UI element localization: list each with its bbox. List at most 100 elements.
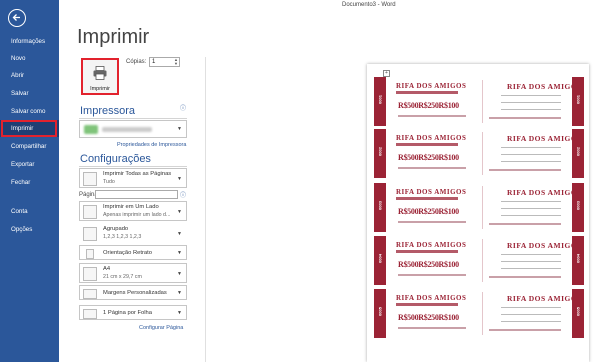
raffle-ticket: 0003 RIFA DOS AMIGOS R$500R$250R$100 RIFA D… (374, 183, 584, 232)
nav-new[interactable]: Novo (0, 50, 59, 67)
backstage-sidebar: Informações Novo Abrir Salvar Salvar com… (0, 0, 59, 362)
printer-properties-link[interactable]: Propriedades de Impressora (117, 142, 186, 148)
chevron-down-icon: ▼ (177, 271, 182, 277)
nav-info[interactable]: Informações (0, 33, 59, 50)
nav-print-highlight (1, 120, 57, 137)
back-button[interactable] (8, 9, 26, 27)
sides-title: Imprimir em Um Lado (103, 204, 159, 210)
ticket-field-line (501, 314, 561, 315)
ticket-number: 0003 (377, 201, 383, 210)
ticket-title-left: RIFA DOS AMIGOS (396, 294, 467, 302)
ticket-stub-left: 0005 (374, 289, 386, 338)
ticket-title-right: RIFA DOS AMIGOS (507, 82, 582, 91)
ticket-divider (482, 239, 483, 282)
sides-subtitle: Apenas imprimir um lado d... (103, 212, 171, 218)
ticket-footer-bar (489, 169, 561, 171)
ticket-prizes: R$500R$250R$100 (398, 207, 459, 216)
ticket-stub-left: 0001 (374, 77, 386, 126)
ticket-field-line (501, 102, 561, 103)
ticket-title-right: RIFA DOS AMIGOS (507, 134, 582, 143)
chevron-down-icon: ▼ (177, 290, 182, 296)
ticket-field-line (501, 208, 561, 209)
paper-size-title: A4 (103, 266, 111, 272)
ticket-field-line (501, 268, 561, 269)
collate-icon (83, 227, 97, 241)
copies-spinner-icon[interactable]: ▲ ▼ (174, 58, 178, 66)
printer-icon (93, 66, 107, 80)
copies-input[interactable]: 1 ▲ ▼ (149, 57, 180, 67)
ticket-title-right: RIFA DOS AMIGOS (507, 294, 582, 303)
chevron-down-icon: ▼ (177, 310, 182, 316)
paper-size-icon (83, 267, 97, 281)
ticket-title-right: RIFA DOS AMIGOS (507, 241, 582, 250)
nav-account[interactable]: Conta (0, 203, 59, 220)
ticket-stub-left: 0002 (374, 129, 386, 178)
ticket-field-line (501, 321, 561, 322)
nav-open[interactable]: Abrir (0, 67, 59, 84)
copies-value: 1 (152, 59, 156, 65)
table-move-handle-icon[interactable]: + (383, 70, 390, 77)
printer-name-redacted (102, 127, 152, 132)
ticket-number: 0004 (575, 254, 581, 263)
raffle-ticket: 0004 RIFA DOS AMIGOS R$500R$250R$100 RIFA D… (374, 236, 584, 285)
orientation-title: Orientação Retrato (103, 250, 152, 256)
chevron-down-icon: ▼ (177, 250, 182, 256)
nav-export[interactable]: Exportar (0, 156, 59, 173)
ticket-number: 0002 (575, 147, 581, 156)
ticket-field-line (501, 254, 561, 255)
margins-select[interactable]: Margens Personalizadas ▼ (79, 285, 187, 300)
ticket-title-left: RIFA DOS AMIGOS (396, 134, 467, 142)
orientation-select[interactable]: Orientação Retrato ▼ (79, 245, 187, 260)
collate-select[interactable]: Agrupado 1,2,3 1,2,3 1,2,3 ▼ (79, 223, 187, 243)
ticket-footer-bar (489, 117, 561, 119)
chevron-down-icon: ▼ (177, 231, 182, 237)
printer-select[interactable]: ▼ (79, 120, 187, 138)
print-range-select[interactable]: Imprimir Todas as Páginas Tudo ▼ (79, 168, 187, 188)
copies-label: Cópias: (126, 59, 147, 65)
ticket-note-bar (398, 115, 466, 117)
nav-options[interactable]: Opções (0, 221, 59, 238)
ticket-number: 0005 (377, 307, 383, 316)
raffle-ticket: 0001 RIFA DOS AMIGOS R$500R$250R$100 RIFA D… (374, 77, 584, 126)
ticket-footer-bar (489, 276, 561, 278)
window-title: Documento3 - Word (342, 2, 396, 8)
ticket-field-line (501, 109, 561, 110)
ticket-footer-bar (489, 329, 561, 331)
info-icon[interactable]: ⓘ (180, 190, 186, 199)
nav-save[interactable]: Salvar (0, 85, 59, 102)
raffle-ticket: 0005 RIFA DOS AMIGOS R$500R$250R$100 RIFA D… (374, 289, 584, 338)
ticket-subtitle-bar (396, 303, 458, 306)
pages-per-sheet-select[interactable]: 1 Página por Folha ▼ (79, 305, 187, 320)
nav-save-as[interactable]: Salvar como (0, 103, 59, 120)
ticket-number: 0001 (377, 95, 383, 104)
printer-section-title: Impressora (80, 105, 136, 117)
nav-share[interactable]: Compartilhar (0, 138, 59, 155)
ticket-stub-right: 0004 (572, 236, 584, 285)
ticket-title-right: RIFA DOS AMIGOS (507, 188, 582, 197)
portrait-icon (86, 249, 94, 259)
page-setup-link[interactable]: Configurar Página (139, 325, 183, 331)
ticket-prizes: R$500R$250R$100 (398, 260, 459, 269)
print-button-label: Imprimir (90, 86, 110, 92)
ticket-divider (482, 132, 483, 175)
print-button[interactable]: Imprimir (81, 58, 119, 95)
info-icon[interactable]: ⓘ (180, 103, 186, 112)
collate-subtitle: 1,2,3 1,2,3 1,2,3 (103, 234, 142, 240)
paper-size-select[interactable]: A4 21 cm x 29,7 cm ▼ (79, 263, 187, 283)
ticket-title-left: RIFA DOS AMIGOS (396, 82, 467, 90)
ticket-stub-right: 0001 (572, 77, 584, 126)
ticket-footer-bar (489, 223, 561, 225)
ticket-field-line (501, 261, 561, 262)
paper-size-subtitle: 21 cm x 29,7 cm (103, 274, 142, 280)
raffle-ticket: 0002 RIFA DOS AMIGOS R$500R$250R$100 RIFA D… (374, 129, 584, 178)
ticket-field-line (501, 215, 561, 216)
printer-section-divider (79, 118, 187, 119)
ticket-subtitle-bar (396, 250, 458, 253)
sides-select[interactable]: Imprimir em Um Lado Apenas imprimir um l… (79, 201, 187, 221)
page-title: Imprimir (77, 26, 150, 48)
ticket-divider (482, 292, 483, 335)
pages-input[interactable] (95, 190, 178, 199)
chevron-down-icon: ▼ (177, 176, 182, 182)
nav-close[interactable]: Fechar (0, 174, 59, 191)
printer-status-icon (84, 125, 98, 134)
